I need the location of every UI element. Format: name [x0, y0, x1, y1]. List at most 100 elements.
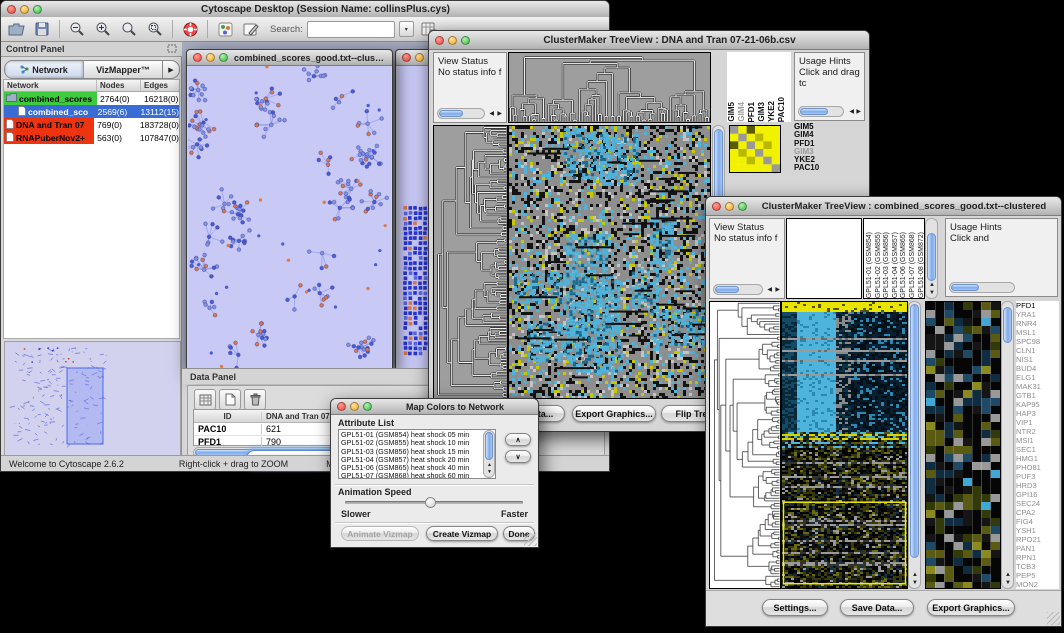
gene-label[interactable]: RNR4 [1016, 319, 1059, 328]
zoom-out-button[interactable] [66, 19, 88, 39]
gene-label[interactable]: FIG4 [1016, 517, 1059, 526]
attribute-item[interactable]: GPL51-07 (GSM868) heat shock 60 min [341, 472, 493, 479]
search-dropdown-button[interactable]: ▾ [399, 21, 414, 37]
scroll-up-icon[interactable]: ▲ [1005, 572, 1011, 578]
network-view-1[interactable] [188, 66, 391, 370]
scroll-down-icon[interactable]: ▼ [929, 290, 935, 296]
usage-hints-hscrollbar[interactable] [798, 106, 844, 117]
scroll-right-icon[interactable]: ▶ [775, 287, 780, 293]
network-row[interactable]: combined_sco2569(6)13112(15) [4, 105, 179, 118]
close-button[interactable] [402, 53, 411, 62]
gene-label[interactable]: PEP5 [1016, 571, 1059, 580]
usage-hints-hscrollbar[interactable] [949, 282, 1015, 293]
gene-label[interactable]: MSI1 [1016, 436, 1059, 445]
gene-label[interactable]: SPC98 [1016, 337, 1059, 346]
gene-label[interactable]: PHO81 [1016, 463, 1059, 472]
network-window-1-titlebar[interactable]: combined_scores_good.txt--cluste... [187, 50, 392, 66]
gene-label[interactable]: HMG1 [1016, 454, 1059, 463]
close-button[interactable] [712, 202, 721, 211]
gene-label[interactable]: GPI16 [1016, 490, 1059, 499]
scroll-left-icon[interactable]: ◀ [489, 111, 494, 117]
hscroll-thumb[interactable] [439, 110, 463, 117]
gene-label[interactable]: PFD1 [1016, 301, 1059, 310]
gene-label[interactable]: MSL1 [1016, 328, 1059, 337]
column-label[interactable]: GPL51-07 (GSM868) [909, 232, 918, 298]
minimize-button[interactable] [415, 53, 424, 62]
search-input[interactable] [307, 21, 395, 38]
save-session-button[interactable] [31, 19, 53, 39]
tab-vizmapper[interactable]: VizMapper™ [83, 61, 162, 78]
col-nodes[interactable]: Nodes [97, 80, 141, 91]
hscroll-thumb[interactable] [800, 108, 828, 115]
gene-label[interactable]: VIP1 [1016, 418, 1059, 427]
close-button[interactable] [7, 5, 16, 14]
gene-label[interactable]: HAP3 [1016, 409, 1059, 418]
tv1-row-dendrogram[interactable] [433, 125, 508, 399]
network-row[interactable]: combined_scores2764(0)16218(0) [4, 92, 179, 105]
gene-label[interactable]: SEC1 [1016, 445, 1059, 454]
gene-label[interactable]: MON2 [1016, 580, 1059, 589]
column-label[interactable]: GIM5 [727, 102, 737, 122]
tv1-export-graphics-button[interactable]: Export Graphics... [572, 405, 656, 422]
view-status-hscrollbar[interactable] [713, 284, 763, 295]
cytoscape-titlebar[interactable]: Cytoscape Desktop (Session Name: collins… [1, 1, 609, 18]
scroll-left-icon[interactable]: ◀ [767, 287, 772, 293]
zoom-button[interactable] [219, 53, 228, 62]
zoom-selected-button[interactable] [144, 19, 166, 39]
column-label[interactable]: GIM4 [737, 102, 747, 122]
tv2-settings-button[interactable]: Settings... [762, 599, 828, 616]
scroll-down-icon[interactable]: ▼ [1005, 580, 1011, 586]
tv1-column-dendrogram[interactable] [508, 52, 711, 123]
close-button[interactable] [193, 53, 202, 62]
minimize-button[interactable] [350, 402, 359, 411]
tv2-row-dendrogram[interactable] [709, 301, 781, 589]
column-label[interactable]: GPL51-06 (GSM865) [900, 232, 909, 298]
scroll-left-icon[interactable]: ◀ [849, 109, 854, 115]
scroll-right-icon[interactable]: ▶ [497, 111, 502, 117]
gene-label[interactable]: YRA1 [1016, 310, 1059, 319]
tv1-cluster-matrix[interactable] [729, 125, 781, 173]
delete-attribute-button[interactable] [244, 389, 266, 410]
gene-label[interactable]: CPA2 [1016, 508, 1059, 517]
column-label[interactable]: PFD1 [747, 102, 757, 122]
close-button[interactable] [435, 36, 444, 45]
gene-label[interactable]: RPN1 [1016, 553, 1059, 562]
gene-label[interactable]: YSH1 [1016, 526, 1059, 535]
column-label[interactable]: GIM3 [757, 102, 767, 122]
open-session-button[interactable] [5, 19, 27, 39]
column-label[interactable]: GPL51-03 (GSM856) [883, 232, 892, 298]
minimize-button[interactable] [206, 53, 215, 62]
gene-label[interactable]: NIS1 [1016, 355, 1059, 364]
new-attribute-button[interactable] [219, 389, 241, 410]
scroll-up-icon[interactable]: ▲ [912, 572, 918, 578]
gene-label[interactable]: GTB1 [1016, 391, 1059, 400]
gene-label[interactable]: KAP95 [1016, 400, 1059, 409]
resize-grip[interactable] [524, 533, 537, 546]
create-vizmap-button[interactable]: Create Vizmap [426, 526, 498, 541]
gene-label[interactable]: CLN1 [1016, 346, 1059, 355]
animate-vizmap-button[interactable]: Animate Vizmap [341, 526, 419, 541]
tv2-heatmap-vscrollbar[interactable]: ▲ ▼ [908, 301, 921, 589]
zoom-button[interactable] [738, 202, 747, 211]
gene-label[interactable]: PAN1 [1016, 544, 1059, 553]
minimize-button[interactable] [448, 36, 457, 45]
zoom-in-button[interactable] [92, 19, 114, 39]
gene-label[interactable]: BUD4 [1016, 364, 1059, 373]
column-label[interactable]: GPL51-08 (GSM872) [918, 232, 924, 298]
table-mode-button[interactable] [194, 389, 216, 410]
vizmapper-shortcut-button[interactable] [214, 19, 236, 39]
tv2-export-graphics-button[interactable]: Export Graphics... [927, 599, 1015, 616]
network-row[interactable]: DNA and Tran 07769(0)183728(0) [4, 118, 179, 131]
col-edges[interactable]: Edges [141, 80, 179, 91]
close-button[interactable] [337, 402, 346, 411]
tv2-zoom-vscrollbar[interactable]: ▲ ▼ [1001, 301, 1014, 589]
tv2-save-data-button[interactable]: Save Data... [840, 599, 914, 616]
tv2-column-labels-vscrollbar[interactable]: ▲ ▼ [925, 218, 938, 299]
column-label[interactable]: GPL51-02 (GSM855) [875, 232, 884, 298]
gene-label[interactable]: TCB3 [1016, 562, 1059, 571]
gene-label[interactable]: PUF3 [1016, 472, 1059, 481]
tv2-column-dendrogram-area[interactable] [786, 218, 862, 299]
col-id[interactable]: ID [194, 412, 262, 421]
speed-slider-thumb[interactable] [425, 497, 436, 508]
treeview2-titlebar[interactable]: ClusterMaker TreeView : combined_scores_… [706, 197, 1061, 216]
